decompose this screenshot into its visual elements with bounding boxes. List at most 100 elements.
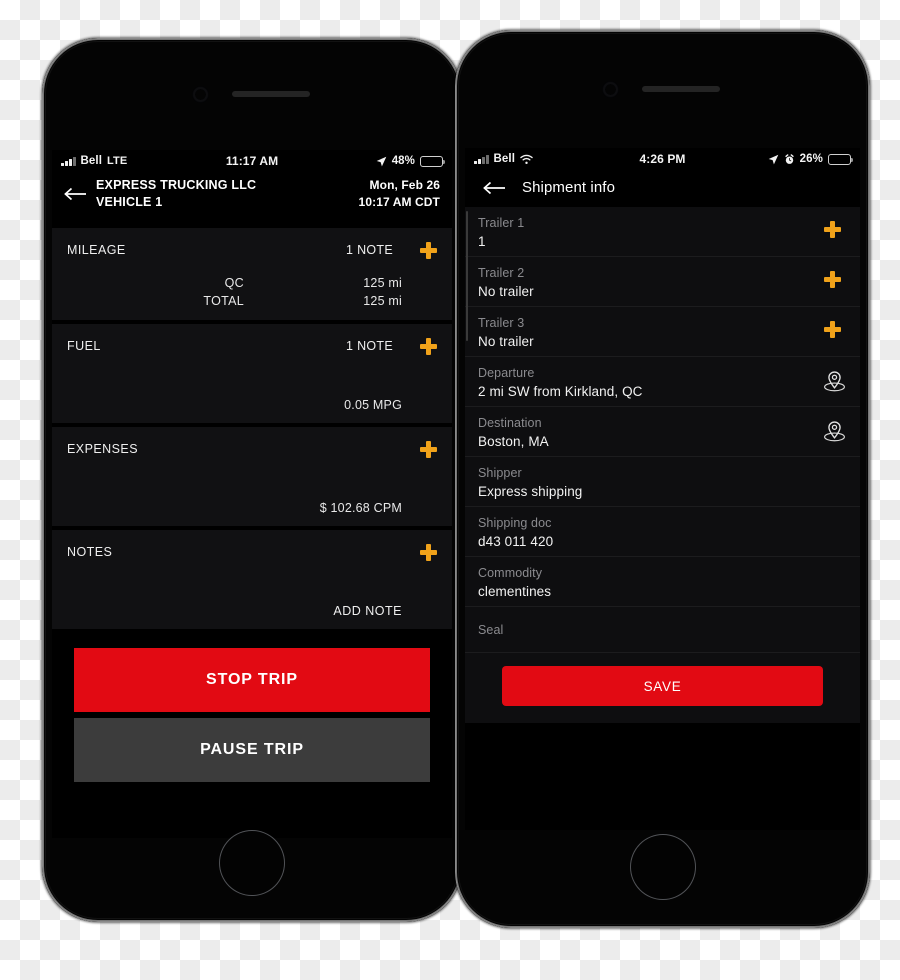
trip-time: 10:17 AM CDT xyxy=(358,195,440,209)
add-trailer-3-button[interactable] xyxy=(808,321,860,342)
location-arrow-icon xyxy=(768,154,778,164)
network-type-label: LTE xyxy=(107,155,128,167)
trip-action-zone: STOP TRIP PAUSE TRIP xyxy=(52,629,452,782)
wifi-icon xyxy=(520,154,533,164)
battery-icon xyxy=(828,153,854,165)
row-key: TOTAL xyxy=(203,294,244,308)
screen-filler xyxy=(465,723,860,830)
add-note-link[interactable]: ADD NOTE xyxy=(52,574,452,629)
battery-percent-label: 26% xyxy=(799,153,823,165)
plus-icon xyxy=(823,271,845,292)
back-arrow-icon xyxy=(63,187,86,200)
plus-icon xyxy=(419,241,437,259)
field-value: Express shipping xyxy=(478,484,583,499)
right-phone-screen: Bell 4:26 PM 26% Shipment info Trailer 1… xyxy=(465,148,860,830)
field-label: Trailer 1 xyxy=(478,216,525,230)
card-expenses: EXPENSES $ 102.68 CPM xyxy=(52,427,452,526)
field-value: Boston, MA xyxy=(478,434,549,449)
home-button-right[interactable] xyxy=(629,834,696,900)
add-note-button[interactable] xyxy=(411,539,445,565)
field-destination[interactable]: Destination Boston, MA xyxy=(465,407,860,457)
add-mileage-button[interactable] xyxy=(411,237,445,263)
phone-left-device: Bell LTE 11:17 AM 48% EXPRESS TRUCKING L… xyxy=(42,38,462,922)
save-button[interactable]: SAVE xyxy=(502,666,823,706)
table-row: TOTAL 125 mi xyxy=(52,292,452,310)
row-value: 125 mi xyxy=(363,294,402,308)
card-mileage: MILEAGE 1 NOTE QC 125 mi TOTAL 125 mi xyxy=(52,228,452,320)
location-arrow-icon xyxy=(376,156,386,166)
card-note-mileage[interactable]: 1 NOTE xyxy=(346,243,393,257)
field-trailer-3[interactable]: Trailer 3 No trailer xyxy=(465,307,860,357)
field-value: 2 mi SW from Kirkland, QC xyxy=(478,384,643,399)
map-pin-icon xyxy=(823,371,845,392)
add-expense-button[interactable] xyxy=(411,436,445,462)
shipment-form-list: Trailer 1 1 Trailer 2 No trailer Trailer… xyxy=(465,207,860,723)
add-trailer-1-button[interactable] xyxy=(808,221,860,242)
earpiece-speaker xyxy=(642,86,720,92)
field-shipper[interactable]: Shipper Express shipping xyxy=(465,457,860,507)
section-gap xyxy=(52,217,452,228)
field-value: No trailer xyxy=(478,284,534,299)
plus-icon xyxy=(823,321,845,342)
left-status-bar: Bell LTE 11:17 AM 48% xyxy=(52,150,452,172)
field-seal[interactable]: Seal xyxy=(465,607,860,653)
vehicle-name: VEHICLE 1 xyxy=(96,195,163,209)
field-departure[interactable]: Departure 2 mi SW from Kirkland, QC xyxy=(465,357,860,407)
departure-location-button[interactable] xyxy=(808,368,860,395)
card-fuel: FUEL 1 NOTE 0.05 MPG xyxy=(52,324,452,423)
phone-right-device: Bell 4:26 PM 26% Shipment info Trailer 1… xyxy=(455,30,870,928)
plus-icon xyxy=(823,221,845,242)
card-notes: NOTES ADD NOTE xyxy=(52,530,452,629)
field-value: d43 011 420 xyxy=(478,534,554,549)
front-camera-icon xyxy=(195,89,206,100)
pause-trip-button[interactable]: PAUSE TRIP xyxy=(74,718,430,782)
stop-trip-button[interactable]: STOP TRIP xyxy=(74,648,430,712)
page-title: Shipment info xyxy=(522,179,616,196)
carrier-label: Bell xyxy=(493,153,515,165)
back-button-right[interactable] xyxy=(477,181,512,195)
field-label: Shipping doc xyxy=(478,516,552,530)
field-trailer-1[interactable]: Trailer 1 1 xyxy=(465,207,860,257)
trip-date: Mon, Feb 26 xyxy=(369,178,440,192)
field-label: Departure xyxy=(478,366,535,380)
battery-percent-label: 48% xyxy=(391,155,416,167)
mileage-rows: QC 125 mi TOTAL 125 mi xyxy=(52,272,452,320)
shipment-header: Shipment info xyxy=(465,170,860,207)
card-title-fuel: FUEL xyxy=(67,339,101,353)
save-zone: SAVE xyxy=(465,653,860,723)
map-pin-icon xyxy=(823,421,845,442)
card-header-mileage: MILEAGE 1 NOTE xyxy=(52,228,452,272)
plus-icon xyxy=(419,440,437,458)
add-trailer-2-button[interactable] xyxy=(808,271,860,292)
cellular-signal-icon xyxy=(61,156,76,166)
plus-icon xyxy=(419,543,437,561)
field-value: No trailer xyxy=(478,334,534,349)
field-commodity[interactable]: Commodity clementines xyxy=(465,557,860,607)
alarm-clock-icon xyxy=(785,153,794,164)
device-top-bezel-right xyxy=(455,30,870,148)
battery-icon xyxy=(420,155,446,167)
scrollbar[interactable] xyxy=(466,211,468,341)
field-value: 1 xyxy=(478,234,486,249)
clock-label: 4:26 PM xyxy=(639,152,686,166)
row-value: 125 mi xyxy=(363,276,402,290)
expenses-summary-value: $ 102.68 CPM xyxy=(319,501,402,515)
card-note-fuel[interactable]: 1 NOTE xyxy=(346,339,393,353)
front-camera-icon xyxy=(605,84,616,95)
back-button-left[interactable] xyxy=(60,187,90,201)
plus-icon xyxy=(419,337,437,355)
device-top-bezel-left xyxy=(42,38,462,150)
card-header-notes: NOTES xyxy=(52,530,452,574)
back-arrow-icon xyxy=(483,181,505,194)
table-row: QC 125 mi xyxy=(52,274,452,292)
field-trailer-2[interactable]: Trailer 2 No trailer xyxy=(465,257,860,307)
add-fuel-button[interactable] xyxy=(411,333,445,359)
trip-header: EXPRESS TRUCKING LLC Mon, Feb 26 VEHICLE… xyxy=(52,172,452,217)
destination-location-button[interactable] xyxy=(808,418,860,445)
home-button-left[interactable] xyxy=(219,830,285,896)
card-header-expenses: EXPENSES xyxy=(52,427,452,471)
field-shipping-doc[interactable]: Shipping doc d43 011 420 xyxy=(465,507,860,557)
row-key: QC xyxy=(224,276,244,290)
card-header-fuel: FUEL 1 NOTE xyxy=(52,324,452,368)
clock-label: 11:17 AM xyxy=(225,154,279,168)
